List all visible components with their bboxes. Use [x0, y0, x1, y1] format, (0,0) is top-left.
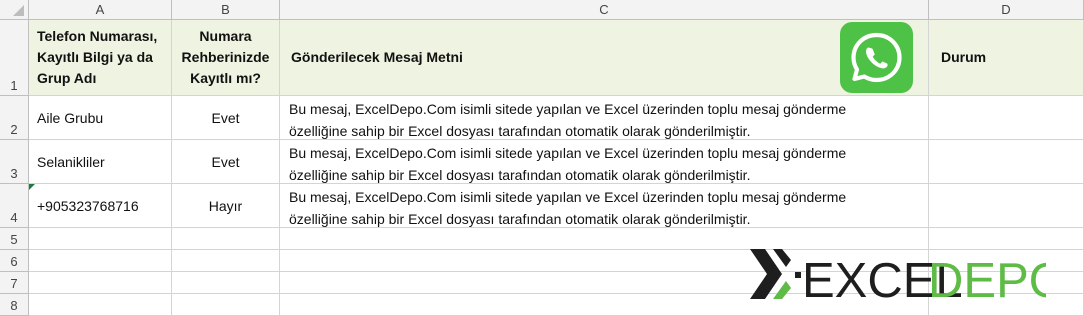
header-c-label: Gönderilecek Mesaj Metni — [291, 49, 463, 65]
header-d-label: Durum — [941, 49, 987, 65]
row-header-6[interactable]: 6 — [0, 250, 29, 272]
cell-c2[interactable]: Bu mesaj, ExcelDepo.Com isimli sitede ya… — [280, 96, 929, 140]
cell-b1[interactable]: Numara Rehberinizde Kayıtlı mı? — [172, 20, 280, 96]
row-header-4[interactable]: 4 — [0, 184, 29, 228]
cell-b7[interactable] — [172, 272, 280, 294]
message-line-1: Bu mesaj, ExcelDepo.Com isimli sitede ya… — [289, 145, 847, 161]
cell-d1[interactable]: Durum — [929, 20, 1084, 96]
header-a-line-1: Telefon Numarası, — [37, 28, 158, 44]
message-line-1: Bu mesaj, ExcelDepo.Com isimli sitede ya… — [289, 189, 847, 205]
row-header-3[interactable]: 3 — [0, 140, 29, 184]
cell-a4[interactable]: +905323768716 — [29, 184, 172, 228]
header-b-line-2: Rehberinizde — [181, 49, 270, 65]
column-header-a[interactable]: A — [29, 0, 172, 20]
cell-c1[interactable]: Gönderilecek Mesaj Metni — [280, 20, 929, 96]
cell-b8[interactable] — [172, 294, 280, 316]
logo-text-depo: DEPO — [928, 254, 1046, 306]
header-b-line-3: Kayıtlı mı? — [190, 70, 261, 86]
exceldepo-logo: EXCEL DEPO — [746, 246, 1067, 308]
row-header-8[interactable]: 8 — [0, 294, 29, 316]
cell-b3[interactable]: Evet — [172, 140, 280, 184]
column-header-d[interactable]: D — [929, 0, 1084, 20]
cell-a8[interactable] — [29, 294, 172, 316]
message-line-2: özelliğine sahip bir Excel dosyası taraf… — [289, 123, 751, 139]
row-header-7[interactable]: 7 — [0, 272, 29, 294]
header-a-line-2: Kayıtlı Bilgi ya da — [37, 49, 153, 65]
cell-b6[interactable] — [172, 250, 280, 272]
cell-a2[interactable]: Aile Grubu — [29, 96, 172, 140]
row-header-1[interactable]: 1 — [0, 20, 29, 96]
select-all-triangle-icon — [13, 5, 24, 16]
column-header-c[interactable]: C — [280, 0, 929, 20]
cell-a3[interactable]: Selanikliler — [29, 140, 172, 184]
cell-b2[interactable]: Evet — [172, 96, 280, 140]
message-line-2: özelliğine sahip bir Excel dosyası taraf… — [289, 167, 751, 183]
cell-d2[interactable] — [929, 96, 1084, 140]
select-all-corner[interactable] — [0, 0, 29, 20]
cell-d3[interactable] — [929, 140, 1084, 184]
message-line-2: özelliğine sahip bir Excel dosyası taraf… — [289, 211, 751, 227]
cell-c4[interactable]: Bu mesaj, ExcelDepo.Com isimli sitede ya… — [280, 184, 929, 228]
row-header-5[interactable]: 5 — [0, 228, 29, 250]
cell-a6[interactable] — [29, 250, 172, 272]
cell-a5[interactable] — [29, 228, 172, 250]
header-a-line-3: Grup Adı — [37, 70, 97, 86]
cell-b4[interactable]: Hayır — [172, 184, 280, 228]
error-indicator-icon — [29, 184, 35, 190]
cell-c3[interactable]: Bu mesaj, ExcelDepo.Com isimli sitede ya… — [280, 140, 929, 184]
cell-a7[interactable] — [29, 272, 172, 294]
message-line-1: Bu mesaj, ExcelDepo.Com isimli sitede ya… — [289, 101, 847, 117]
row-header-2[interactable]: 2 — [0, 96, 29, 140]
cell-d4[interactable] — [929, 184, 1084, 228]
phone-number: +905323768716 — [37, 197, 139, 214]
x-mark-icon: EXCEL DEPO — [750, 249, 1067, 308]
cell-b5[interactable] — [172, 228, 280, 250]
spreadsheet: A B C D 1 2 3 4 5 6 7 8 Telefon Numarası… — [0, 0, 1084, 316]
header-b-line-1: Numara — [199, 28, 252, 44]
column-header-b[interactable]: B — [172, 0, 280, 20]
cell-a1[interactable]: Telefon Numarası, Kayıtlı Bilgi ya da Gr… — [29, 20, 172, 96]
whatsapp-icon[interactable] — [840, 22, 913, 93]
